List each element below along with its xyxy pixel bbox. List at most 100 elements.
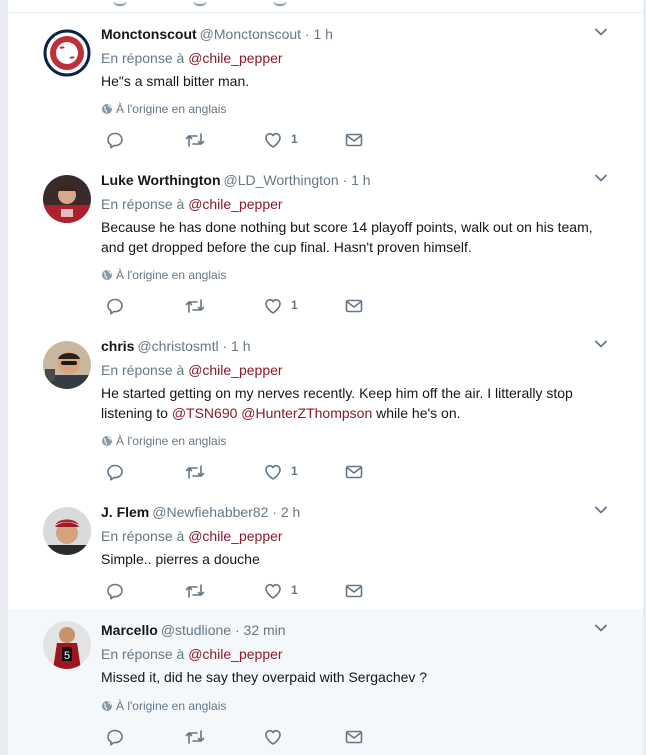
handle[interactable]: @studlione: [161, 622, 231, 638]
avatar[interactable]: [43, 175, 91, 223]
reply-prefix: En réponse à: [101, 50, 185, 66]
heart-icon[interactable]: [263, 296, 283, 316]
chevron-down-icon[interactable]: [594, 171, 608, 185]
avatar[interactable]: [43, 341, 91, 389]
avatar[interactable]: [43, 507, 91, 555]
mention-link[interactable]: @TSN690: [172, 405, 238, 421]
reply-context: En réponse à @chile_pepper: [101, 361, 283, 379]
timestamp[interactable]: 1 h: [231, 338, 250, 354]
reply-prefix: En réponse à: [101, 196, 185, 212]
tweet-text: Missed it, did he say they overpaid with…: [101, 667, 611, 687]
tweet-text: Simple.. pierres a douche: [101, 549, 611, 569]
reply-icon[interactable]: [105, 462, 125, 482]
origin-text: À l'origine en anglais: [116, 434, 227, 448]
tweet-text: He"s a small bitter man.: [101, 71, 611, 91]
fullname[interactable]: Marcello: [101, 622, 158, 638]
reply-icon[interactable]: [105, 296, 125, 316]
direct-message-icon[interactable]: [344, 130, 364, 150]
retweet-icon[interactable]: [184, 727, 206, 747]
svg-text:5: 5: [64, 650, 70, 662]
reply-context: En réponse à @chile_pepper: [101, 195, 283, 213]
heart-icon[interactable]: [263, 462, 283, 482]
reply-prefix: En réponse à: [101, 528, 185, 544]
globe-icon: [101, 435, 113, 447]
handle[interactable]: @LD_Worthington: [224, 172, 339, 188]
tweet-header: J. Flem @Newfiehabber82 · 2 h: [101, 503, 300, 521]
tweet-actions: 1: [101, 581, 401, 601]
handle[interactable]: @Monctonscout: [200, 26, 301, 42]
reply-mention[interactable]: @chile_pepper: [188, 646, 282, 662]
fullname[interactable]: chris: [101, 338, 134, 354]
tweet-actions: [101, 727, 401, 747]
avatar[interactable]: 5: [43, 621, 91, 669]
chevron-down-icon[interactable]: [594, 503, 608, 517]
like-count: 1: [291, 583, 298, 597]
fullname[interactable]: J. Flem: [101, 504, 149, 520]
fullname[interactable]: Luke Worthington: [101, 172, 221, 188]
timeline: Monctonscout @Monctonscout · 1 h En répon…: [8, 0, 646, 755]
tweet[interactable]: chris @christosmtl · 1 h En réponse à @ch…: [8, 325, 646, 492]
avatar[interactable]: [43, 29, 91, 77]
text-segment: while he's on.: [372, 405, 461, 421]
chevron-down-icon[interactable]: [594, 337, 608, 351]
tweet[interactable]: 5 Marcello @studlione · 32 min En réponse…: [8, 609, 646, 755]
fullname[interactable]: Monctonscout: [101, 26, 197, 42]
reply-context: En réponse à @chile_pepper: [101, 527, 283, 545]
tweet[interactable]: Monctonscout @Monctonscout · 1 h En répon…: [8, 13, 646, 160]
direct-message-icon[interactable]: [344, 581, 364, 601]
reply-context: En réponse à @chile_pepper: [101, 645, 283, 663]
separator-dot: ·: [272, 504, 277, 520]
timestamp[interactable]: 1 h: [351, 172, 370, 188]
tweet-text: Because he has done nothing but score 14…: [101, 217, 611, 257]
retweet-icon[interactable]: [184, 296, 206, 316]
reply-icon[interactable]: [105, 727, 125, 747]
reply-context: En réponse à @chile_pepper: [101, 49, 283, 67]
chevron-down-icon[interactable]: [594, 621, 608, 635]
globe-icon: [101, 103, 113, 115]
translation-note: À l'origine en anglais: [101, 268, 226, 282]
globe-icon: [101, 269, 113, 281]
tweet-header: Monctonscout @Monctonscout · 1 h: [101, 25, 333, 43]
tweet-actions: 1: [101, 130, 401, 150]
timestamp[interactable]: 32 min: [244, 622, 286, 638]
handle[interactable]: @Newfiehabber82: [152, 504, 268, 520]
like-count: 1: [291, 464, 298, 478]
retweet-icon[interactable]: [184, 130, 206, 150]
tweet[interactable]: Luke Worthington @LD_Worthington · 1 h En…: [8, 159, 646, 326]
retweet-icon[interactable]: [184, 462, 206, 482]
like-count: 1: [291, 132, 298, 146]
separator-dot: ·: [342, 172, 348, 188]
text-segment: Missed it, did he say they overpaid with…: [101, 669, 428, 685]
direct-message-icon[interactable]: [344, 462, 364, 482]
reply-mention[interactable]: @chile_pepper: [188, 528, 282, 544]
tweet-actions: 1: [101, 296, 401, 316]
tweet[interactable]: J. Flem @Newfiehabber82 · 2 h En réponse …: [8, 491, 646, 610]
like-count: 1: [291, 298, 298, 312]
reply-icon[interactable]: [105, 130, 125, 150]
reply-prefix: En réponse à: [101, 646, 185, 662]
separator-dot: ·: [304, 26, 310, 42]
tweet-actions: 1: [101, 462, 401, 482]
tweet-header: Luke Worthington @LD_Worthington · 1 h: [101, 171, 371, 189]
heart-icon[interactable]: [263, 130, 283, 150]
translation-note: À l'origine en anglais: [101, 434, 226, 448]
reply-mention[interactable]: @chile_pepper: [188, 362, 282, 378]
heart-icon[interactable]: [263, 727, 283, 747]
text-segment: Simple.. pierres a douche: [101, 551, 260, 567]
tweet-text: He started getting on my nerves recently…: [101, 383, 611, 423]
text-segment: He"s a small bitter man.: [101, 73, 250, 89]
timestamp[interactable]: 1 h: [313, 26, 332, 42]
timestamp[interactable]: 2 h: [281, 504, 300, 520]
reply-icon[interactable]: [105, 581, 125, 601]
reply-mention[interactable]: @chile_pepper: [188, 196, 282, 212]
direct-message-icon[interactable]: [344, 727, 364, 747]
mention-link[interactable]: @HunterZThompson: [241, 405, 372, 421]
reply-mention[interactable]: @chile_pepper: [188, 50, 282, 66]
direct-message-icon[interactable]: [344, 296, 364, 316]
retweet-icon[interactable]: [184, 581, 206, 601]
text-segment: Because he has done nothing but score 14…: [101, 219, 593, 255]
tweet-header: chris @christosmtl · 1 h: [101, 337, 251, 355]
heart-icon[interactable]: [263, 581, 283, 601]
chevron-down-icon[interactable]: [594, 25, 608, 39]
handle[interactable]: @christosmtl: [137, 338, 218, 354]
